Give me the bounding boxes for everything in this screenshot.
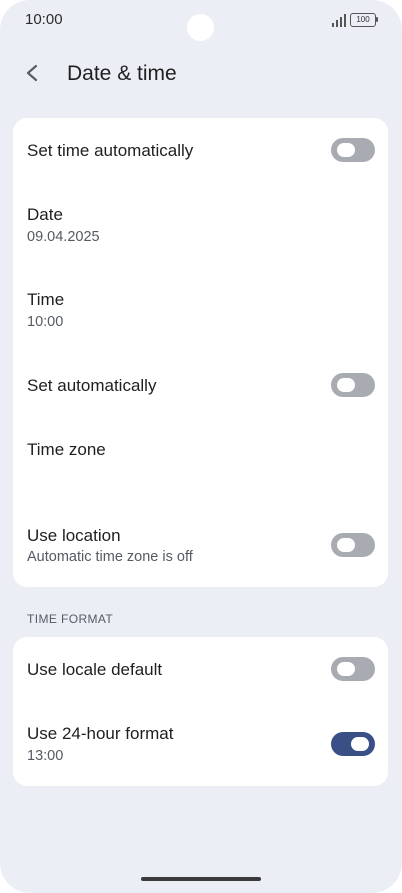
- toggle-knob: [337, 378, 355, 392]
- use-24-hour-format-example: 13:00: [27, 748, 64, 764]
- header: Date & time: [0, 52, 402, 96]
- home-indicator[interactable]: [141, 877, 261, 881]
- time-value: 10:00: [27, 314, 64, 330]
- status-bar: 10:00 100: [0, 0, 402, 41]
- use-24-hour-format-label: Use 24-hour format: [27, 724, 174, 743]
- use-location-toggle[interactable]: [331, 533, 375, 557]
- toggle-knob: [337, 662, 355, 676]
- date-row[interactable]: Date 09.04.2025: [13, 188, 388, 258]
- battery-icon: 100: [350, 13, 378, 27]
- use-24-hour-format-row[interactable]: Use 24-hour format 13:00: [13, 713, 388, 783]
- chevron-left-icon: [26, 64, 38, 82]
- camera-cutout: [187, 14, 214, 41]
- time-row[interactable]: Time 10:00: [13, 273, 388, 343]
- use-locale-default-row[interactable]: Use locale default: [13, 637, 388, 701]
- time-zone-label: Time zone: [27, 440, 106, 459]
- signal-icon: [332, 14, 346, 27]
- date-label: Date: [27, 205, 63, 224]
- use-location-row[interactable]: Use location Automatic time zone is off: [13, 510, 388, 580]
- time-format-section-label: TIME FORMAT: [27, 612, 114, 626]
- battery-level: 100: [350, 13, 376, 27]
- set-time-automatically-toggle[interactable]: [331, 138, 375, 162]
- date-time-settings-card: Set time automatically Date 09.04.2025 T…: [13, 118, 388, 587]
- back-button[interactable]: [18, 58, 48, 88]
- set-automatically-row[interactable]: Set automatically: [13, 354, 388, 416]
- time-zone-row[interactable]: Time zone: [13, 423, 388, 483]
- toggle-knob: [337, 538, 355, 552]
- set-automatically-label: Set automatically: [27, 376, 157, 395]
- toggle-knob: [337, 143, 355, 157]
- time-label: Time: [27, 290, 65, 309]
- use-location-label: Use location: [27, 526, 121, 545]
- battery-tip: [376, 17, 378, 22]
- use-locale-default-label: Use locale default: [27, 660, 163, 679]
- phone-screen: 10:00 100 Date & time Set time automatic…: [0, 0, 402, 893]
- set-automatically-toggle[interactable]: [331, 373, 375, 397]
- use-location-subtitle: Automatic time zone is off: [27, 549, 193, 565]
- toggle-knob: [351, 737, 369, 751]
- set-time-automatically-row[interactable]: Set time automatically: [13, 118, 388, 184]
- page-title: Date & time: [67, 62, 177, 85]
- status-time: 10:00: [25, 11, 63, 28]
- date-value: 09.04.2025: [27, 229, 100, 245]
- use-locale-default-toggle[interactable]: [331, 657, 375, 681]
- use-24-hour-format-toggle[interactable]: [331, 732, 375, 756]
- time-format-card: Use locale default Use 24-hour format 13…: [13, 637, 388, 786]
- set-time-automatically-label: Set time automatically: [27, 141, 194, 160]
